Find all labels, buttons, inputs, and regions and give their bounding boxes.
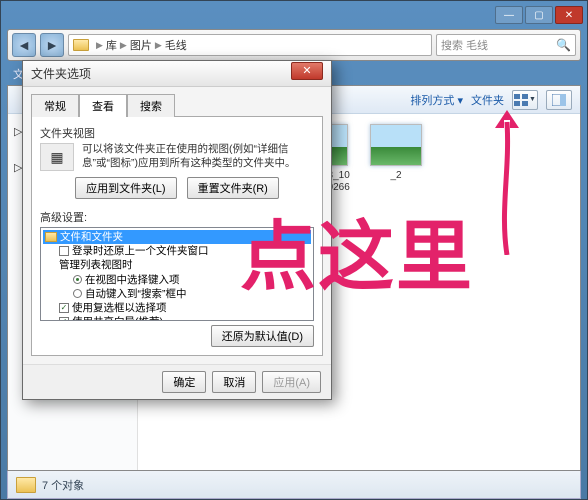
chevron-right-icon: ▶ (155, 40, 162, 51)
tree-root[interactable]: 文件和文件夹 (43, 230, 311, 244)
advanced-label: 高级设置: (40, 209, 314, 225)
section-desc: 可以将该文件夹正在使用的视图(例如“详细信息”或“图标”)应用到所有这种类型的文… (82, 143, 314, 170)
folder-icon (16, 477, 36, 493)
tree-item-label: 在视图中选择键入项 (85, 274, 180, 286)
tree-item-label: 管理列表视图时 (59, 259, 133, 271)
search-icon: 🔍 (556, 38, 571, 52)
status-bar: 7 个对象 (7, 471, 581, 499)
search-placeholder: 搜索 毛线 (441, 37, 488, 53)
close-button[interactable]: ✕ (555, 6, 583, 24)
folders-link[interactable]: 文件夹 (471, 92, 504, 108)
preview-pane-icon (552, 94, 566, 106)
view-grid-icon (514, 94, 528, 106)
crumb[interactable]: 图片 (130, 37, 152, 53)
tab-panel-view: 文件夹视图 ▦ 可以将该文件夹正在使用的视图(例如“详细信息”或“图标”)应用到… (31, 116, 323, 356)
tree-item[interactable]: 管理列表视图时 (59, 258, 311, 272)
nav-bar: ◄ ► ▶ 库 ▶ 图片 ▶ 毛线 搜索 毛线 🔍 (7, 29, 581, 61)
checkbox-icon (59, 246, 69, 256)
tab-search[interactable]: 搜索 (127, 94, 175, 117)
minimize-button[interactable]: — (495, 6, 523, 24)
apply-to-folders-button[interactable]: 应用到文件夹(L) (75, 177, 176, 199)
tree-item[interactable]: 在视图中选择键入项 (59, 273, 311, 287)
view-options-button[interactable]: ▼ (512, 90, 538, 110)
tree-item-label: 自动键入到“搜索”框中 (85, 288, 187, 300)
tab-general[interactable]: 常规 (31, 94, 79, 117)
radio-icon (73, 275, 82, 284)
arrange-by-link[interactable]: 排列方式 ▾ (410, 92, 463, 108)
advanced-tree[interactable]: 文件和文件夹 登录时还原上一个文件夹窗口管理列表视图时在视图中选择键入项自动键入… (40, 227, 314, 321)
tree-item-label: 使用共享向导(推荐) (72, 316, 163, 321)
folder-options-dialog: 文件夹选项 ✕ 常规 查看 搜索 文件夹视图 ▦ 可以将该文件夹正在使用的视图(… (22, 60, 332, 400)
tree-item-label: 使用复选框以选择项 (72, 302, 167, 314)
tab-strip: 常规 查看 搜索 (23, 87, 331, 116)
chevron-right-icon: ▶ (96, 40, 103, 51)
folder-icon (45, 232, 57, 242)
tab-view[interactable]: 查看 (79, 94, 127, 117)
tree-item[interactable]: ✓使用复选框以选择项 (59, 301, 311, 315)
dialog-title: 文件夹选项 (31, 65, 91, 82)
file-name: _2 (366, 170, 426, 182)
search-input[interactable]: 搜索 毛线 🔍 (436, 34, 576, 56)
preview-pane-button[interactable] (546, 90, 572, 110)
dialog-footer: 确定 取消 应用(A) (23, 364, 331, 399)
restore-defaults-button[interactable]: 还原为默认值(D) (211, 325, 314, 347)
tree-item-label: 登录时还原上一个文件夹窗口 (72, 245, 209, 257)
chevron-down-icon: ▼ (529, 96, 536, 103)
ok-button[interactable]: 确定 (162, 371, 206, 393)
folder-view-icon: ▦ (40, 143, 74, 171)
breadcrumb[interactable]: ▶ 库 ▶ 图片 ▶ 毛线 (68, 34, 432, 56)
tree-item[interactable]: ✓使用共享向导(推荐) (59, 315, 311, 321)
section-title: 文件夹视图 (40, 125, 314, 141)
checkbox-icon: ✓ (59, 303, 69, 313)
tree-root-label: 文件和文件夹 (60, 230, 123, 244)
forward-button[interactable]: ► (40, 33, 64, 57)
file-thumb[interactable]: _2 (366, 124, 426, 182)
cancel-button[interactable]: 取消 (212, 371, 256, 393)
tree-item[interactable]: 自动键入到“搜索”框中 (59, 287, 311, 301)
apply-button[interactable]: 应用(A) (262, 371, 321, 393)
back-button[interactable]: ◄ (12, 33, 36, 57)
maximize-button[interactable]: ▢ (525, 6, 553, 24)
status-text: 7 个对象 (42, 477, 84, 493)
radio-icon (73, 289, 82, 298)
folder-icon (73, 39, 89, 51)
dialog-close-button[interactable]: ✕ (291, 62, 323, 80)
titlebar: — ▢ ✕ (1, 1, 587, 29)
crumb[interactable]: 库 (106, 37, 117, 53)
dialog-titlebar[interactable]: 文件夹选项 ✕ (23, 61, 331, 87)
image-thumb-icon (370, 124, 422, 166)
chevron-right-icon: ▶ (120, 40, 127, 51)
crumb[interactable]: 毛线 (165, 37, 187, 53)
reset-folders-button[interactable]: 重置文件夹(R) (187, 177, 279, 199)
checkbox-icon: ✓ (59, 317, 69, 321)
tree-item[interactable]: 登录时还原上一个文件夹窗口 (59, 244, 311, 258)
